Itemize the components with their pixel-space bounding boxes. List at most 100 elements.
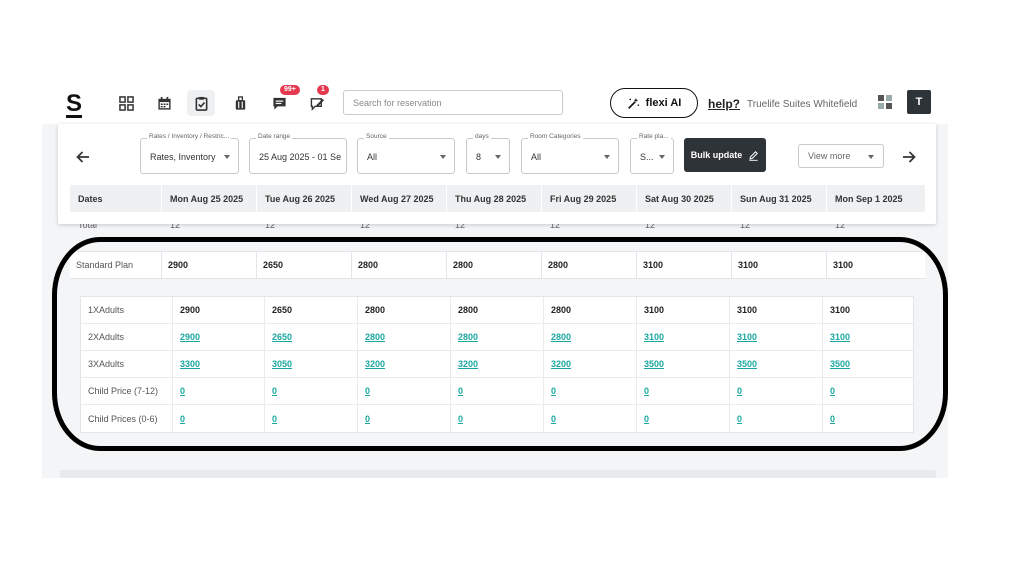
occupancy-rate-link[interactable]: 0 [265,405,358,432]
occupancy-rate-link[interactable]: 0 [451,378,544,404]
dates-header: Dates [70,185,162,212]
occupancy-rate-link[interactable]: 2900 [173,324,265,350]
dates-header-row: Dates Mon Aug 25 2025 Tue Aug 26 2025 We… [70,185,925,212]
source-label: Source [364,133,389,140]
dashboard-icon[interactable] [112,90,140,116]
occupancy-row-child-0-6: Child Prices (0-6) 0 0 0 0 0 0 0 0 [81,405,913,432]
occupancy-label: Child Price (7-12) [81,378,173,404]
clipboard-check-icon[interactable] [187,90,215,116]
date-range-label: Date range [256,133,293,140]
occupancy-rate-link[interactable]: 0 [544,405,637,432]
room-categories-label: Room Categories [528,133,583,140]
top-navigation: S 99+ 1 flexi AI help? Truelife Suites W… [0,84,1024,122]
plan-rate[interactable]: 2800 [447,252,542,278]
date-header: Thu Aug 28 2025 [447,185,542,212]
plan-rate[interactable]: 3100 [732,252,827,278]
occupancy-rate-link[interactable]: 0 [730,378,823,404]
occupancy-rate-link[interactable]: 0 [173,405,265,432]
occupancy-rate-link[interactable]: 0 [637,405,730,432]
chevron-down-icon [604,155,610,159]
room-categories-value: All [531,152,542,162]
days-select[interactable]: days 8 [466,133,510,174]
occupancy-rate-link[interactable]: 3200 [451,351,544,377]
occupancy-rate-link[interactable]: 3500 [730,351,823,377]
occupancy-rate-link[interactable]: 0 [265,378,358,404]
next-section-bar [60,470,936,478]
plan-rate[interactable]: 2900 [162,252,257,278]
occupancy-rate-link[interactable]: 2650 [265,324,358,350]
message-badge: 1 [317,85,329,95]
help-link[interactable]: help? [708,97,740,111]
plan-rate[interactable]: 3100 [827,252,925,278]
rate-plan-label: Rate pla... [637,133,671,140]
occupancy-label: Child Prices (0-6) [81,405,173,432]
occupancy-rate-link[interactable]: 3300 [173,351,265,377]
occupancy-rate-link[interactable]: 3200 [544,351,637,377]
luggage-icon[interactable] [226,90,254,116]
occupancy-rate-link[interactable]: 0 [637,378,730,404]
chevron-down-icon [224,155,230,159]
occupancy-rate-link[interactable]: 3050 [265,351,358,377]
occupancy-rate-link[interactable]: 0 [823,405,913,432]
app-logo[interactable]: S [66,90,83,118]
plan-rate[interactable]: 2800 [352,252,447,278]
occupancy-rate: 3100 [730,297,823,323]
occupancy-rate-link[interactable]: 3100 [637,324,730,350]
message-edit-icon[interactable]: 1 [303,85,331,116]
user-avatar[interactable]: T [907,90,931,114]
plan-name[interactable]: Standard Plan [70,252,162,278]
flexi-ai-button[interactable]: flexi AI [610,88,698,118]
occupancy-row-1x-adults: 1XAdults 2900 2650 2800 2800 2800 3100 3… [81,297,913,324]
plan-rate[interactable]: 2650 [257,252,352,278]
occupancy-rate-link[interactable]: 2800 [358,324,451,350]
search-reservation-input[interactable] [343,90,563,115]
occupancy-rate-link[interactable]: 0 [730,405,823,432]
occupancy-row-2x-adults: 2XAdults 2900 2650 2800 2800 2800 3100 3… [81,324,913,351]
days-value: 8 [476,152,482,162]
back-arrow-icon[interactable] [72,146,94,168]
occupancy-rate-link[interactable]: 3500 [637,351,730,377]
occupancy-rate-link[interactable]: 0 [544,378,637,404]
calendar-icon[interactable] [150,90,178,116]
plan-rate[interactable]: 2800 [542,252,637,278]
date-header: Mon Aug 25 2025 [162,185,257,212]
occupancy-rate: 2800 [358,297,451,323]
occupancy-rate: 3100 [830,305,851,315]
rates-inventory-select[interactable]: Rates / Inventory / Restric... Rates, In… [140,133,239,174]
date-header: Tue Aug 26 2025 [257,185,352,212]
rate-plan-select[interactable]: Rate pla... S... [630,133,674,174]
occupancy-rate-link[interactable]: 3200 [358,351,451,377]
occupancy-rate-link[interactable]: 0 [358,405,451,432]
occupancy-rate-link[interactable]: 3500 [823,351,913,377]
occupancy-rate-link[interactable]: 2800 [451,324,544,350]
occupancy-rate-link[interactable]: 3100 [730,324,823,350]
forward-arrow-icon[interactable] [898,146,920,168]
plan-rate[interactable]: 3100 [637,252,732,278]
occupancy-rate-link[interactable]: 0 [451,405,544,432]
source-select[interactable]: Source All [357,133,455,174]
bulk-update-label: Bulk update [690,150,743,160]
date-range-field[interactable]: Date range 25 Aug 2025 - 01 Se [249,133,347,174]
occupancy-rate-link[interactable]: 2800 [544,324,637,350]
date-range-value: 25 Aug 2025 - 01 Se [259,152,342,162]
occupancy-rate-link[interactable]: 0 [358,378,451,404]
room-categories-select[interactable]: Room Categories All [521,133,619,174]
property-name[interactable]: Truelife Suites Whitefield [747,99,857,110]
occupancy-rate: 3100 [637,297,730,323]
occupancy-rate-link[interactable]: 3100 [823,324,913,350]
occupancy-rate-link[interactable]: 0 [823,378,913,404]
chat-icon[interactable]: 99+ [265,85,300,116]
view-more-label: View more [808,151,851,161]
chevron-down-icon [495,155,501,159]
occupancy-rates-table: 1XAdults 2900 2650 2800 2800 2800 3100 3… [80,296,914,433]
view-more-select[interactable]: View more [798,144,884,168]
rates-inventory-label: Rates / Inventory / Restric... [147,133,232,140]
source-value: All [367,152,378,162]
date-header: Mon Sep 1 2025 [835,193,903,204]
occupancy-rate: 2650 [265,297,358,323]
occupancy-label: 2XAdults [81,324,173,350]
bulk-update-button[interactable]: Bulk update [684,138,766,172]
occupancy-rate-link[interactable]: 0 [173,378,265,404]
apps-grid-icon[interactable] [878,95,892,109]
occupancy-label: 3XAdults [81,351,173,377]
